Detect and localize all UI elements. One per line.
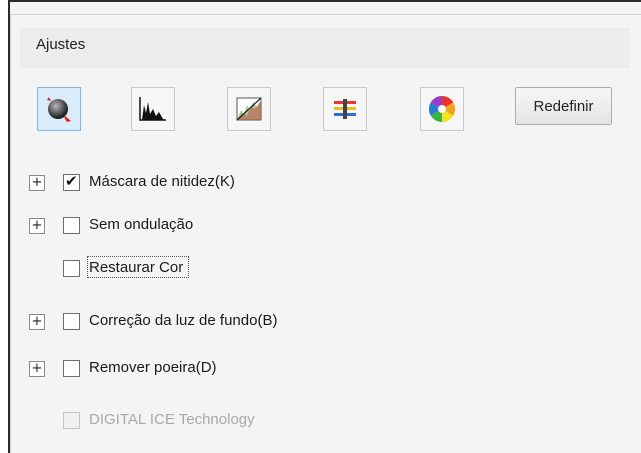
digital-ice-checkbox	[63, 412, 80, 429]
histogram-button[interactable]	[131, 87, 175, 131]
tone-curve-button[interactable]	[227, 87, 271, 131]
adjustments-panel	[10, 14, 641, 453]
color-balance-icon	[334, 99, 356, 119]
dust-removal-checkbox[interactable]	[63, 360, 80, 377]
color-palette-button[interactable]	[420, 87, 464, 131]
expand-unsharp-mask-button[interactable]: +	[29, 175, 45, 191]
expand-backlight-correction-button[interactable]: +	[29, 314, 45, 330]
descreening-label: Sem ondulação	[89, 216, 194, 233]
reset-button[interactable]: Redefinir	[515, 87, 612, 125]
color-restoration-checkbox[interactable]	[63, 260, 80, 277]
panel-title: Ajustes	[36, 36, 86, 53]
backlight-correction-checkbox[interactable]	[63, 313, 80, 330]
histogram-icon	[139, 97, 166, 121]
digital-ice-label: DIGITAL ICE Technology	[89, 411, 255, 428]
descreening-checkbox[interactable]	[63, 217, 80, 234]
unsharp-mask-checkbox[interactable]: ✔	[63, 172, 80, 191]
tone-curve-icon	[236, 97, 262, 121]
panel-header	[20, 28, 630, 68]
expand-dust-removal-button[interactable]: +	[29, 361, 45, 377]
unsharp-mask-label: Máscara de nitidez(K)	[89, 173, 235, 190]
dust-removal-label: Remover poeira(D)	[89, 359, 217, 376]
color-balance-button[interactable]	[323, 87, 367, 131]
backlight-correction-label: Correção da luz de fundo(B)	[89, 312, 278, 329]
unsharp-mask-button[interactable]	[37, 87, 81, 131]
check-icon: ✔	[65, 172, 78, 190]
color-restoration-label: Restaurar Cor	[89, 259, 184, 276]
color-palette-icon	[428, 95, 456, 123]
unsharp-mask-icon	[47, 97, 71, 122]
expand-descreening-button[interactable]: +	[29, 218, 45, 234]
